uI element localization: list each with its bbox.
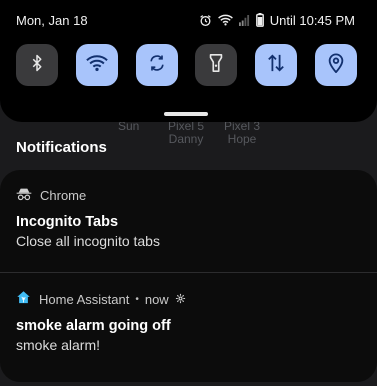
- status-bar: Mon, Jan 18 Until 10:45 PM: [16, 11, 355, 29]
- notification-home-assistant[interactable]: Home Assistant • now smoke alarm going o…: [0, 273, 377, 382]
- notification-title: Incognito Tabs: [16, 214, 119, 230]
- bluetooth-icon: [28, 53, 46, 78]
- notification-chrome[interactable]: Chrome Incognito Tabs Close all incognit…: [0, 170, 377, 272]
- auto-rotate-icon: [147, 53, 167, 78]
- status-date: Mon, Jan 18: [16, 12, 88, 28]
- wifi-icon: [86, 54, 108, 77]
- notification-time: now: [144, 291, 169, 307]
- quick-settings-tiles: [16, 44, 357, 86]
- notification-app-name: Chrome: [40, 187, 87, 203]
- location-icon: [328, 52, 344, 78]
- alarm-until-text: Until 10:45 PM: [269, 12, 355, 28]
- background-label-pixel5: Pixel 5 Danny: [168, 119, 205, 146]
- alarm-clock-icon: [199, 14, 212, 27]
- background-label-pixel3: Pixel 3 Hope: [224, 119, 261, 146]
- notification-title: smoke alarm going off: [16, 318, 171, 334]
- panel-drag-handle[interactable]: [164, 112, 208, 116]
- notification-body: Close all incognito tabs: [16, 233, 160, 249]
- notification-list: Chrome Incognito Tabs Close all incognit…: [0, 170, 377, 382]
- notification-app-name: Home Assistant: [39, 291, 130, 307]
- battery-icon: [255, 13, 264, 27]
- home-assistant-icon: [16, 290, 31, 308]
- cell-signal-icon: [238, 14, 250, 26]
- location-tile[interactable]: [314, 44, 357, 86]
- quick-settings-panel: Mon, Jan 18 Until 10:45 PM: [0, 0, 377, 122]
- flashlight-tile[interactable]: [195, 44, 238, 86]
- notification-body: smoke alarm!: [16, 337, 101, 353]
- incognito-icon: [16, 187, 32, 204]
- wifi-status-icon: [217, 14, 233, 26]
- mobile-data-tile[interactable]: [255, 44, 298, 86]
- bluetooth-tile[interactable]: [16, 44, 58, 86]
- gear-icon: [175, 292, 186, 307]
- notifications-header: Notifications: [16, 139, 107, 156]
- mobile-data-icon: [267, 53, 285, 78]
- wifi-tile[interactable]: [75, 44, 118, 86]
- auto-rotate-tile[interactable]: [135, 44, 178, 86]
- separator-dot: •: [135, 293, 139, 305]
- flashlight-icon: [209, 53, 223, 78]
